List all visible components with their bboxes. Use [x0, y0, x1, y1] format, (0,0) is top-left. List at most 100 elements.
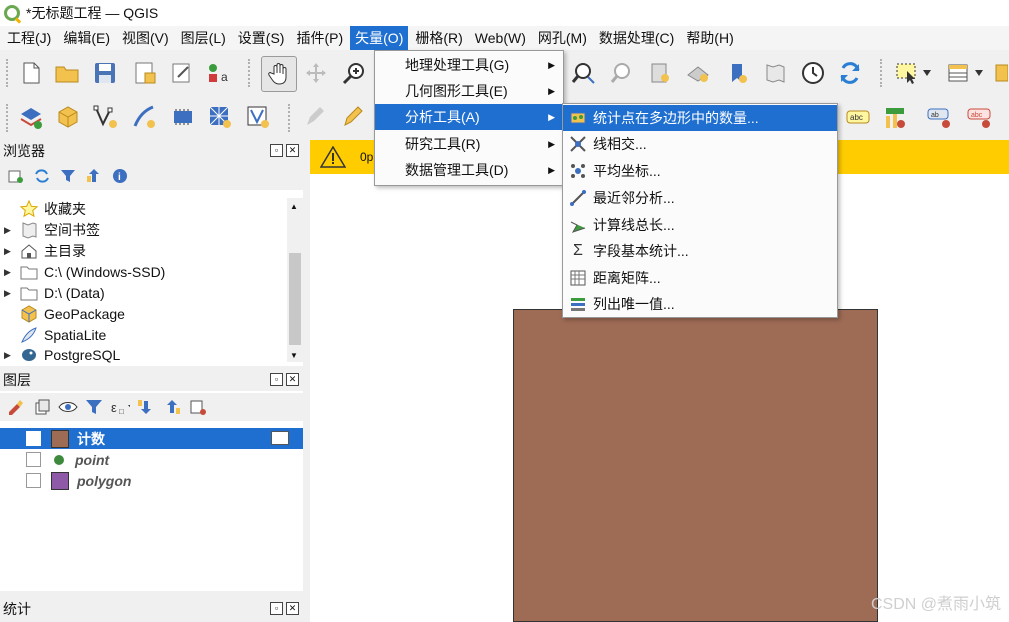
- menu-vector[interactable]: 矢量(O): [350, 26, 409, 50]
- data-source-manager-icon[interactable]: [16, 102, 46, 132]
- layer-diagram-icon[interactable]: [880, 102, 910, 132]
- add-group-icon[interactable]: [32, 397, 52, 417]
- layer-styling-icon[interactable]: [6, 397, 26, 417]
- map-polygon-feature[interactable]: [513, 309, 878, 622]
- float-panel-icon[interactable]: ▫: [270, 373, 283, 386]
- chevron-down-icon[interactable]: [920, 58, 934, 88]
- cut-off-tool-icon[interactable]: [990, 58, 1009, 88]
- browser-item-home[interactable]: ▶ 主目录: [0, 241, 86, 261]
- save-as-icon[interactable]: [130, 58, 160, 88]
- menu-processing[interactable]: 数据处理(C): [594, 26, 679, 50]
- layer-row-polygon[interactable]: polygon: [0, 470, 303, 491]
- menu-item-unique-values[interactable]: 列出唯一值...: [563, 291, 837, 317]
- toolbar-grip[interactable]: [288, 104, 294, 132]
- close-icon[interactable]: ✕: [286, 373, 299, 386]
- toolbar-grip[interactable]: [880, 59, 886, 87]
- toolbar-grip[interactable]: [248, 59, 254, 87]
- menu-layer[interactable]: 图层(L): [176, 26, 231, 50]
- menu-item-distance-matrix[interactable]: 距离矩阵...: [563, 265, 837, 291]
- layer-visibility-checkbox[interactable]: ✔: [26, 431, 41, 446]
- add-selected-layers-icon[interactable]: [6, 166, 26, 186]
- collapse-all-icon[interactable]: [162, 397, 182, 417]
- label-abc-icon[interactable]: abc: [843, 102, 873, 132]
- pan-to-selection-icon[interactable]: [301, 58, 331, 88]
- zoom-native-icon[interactable]: [683, 58, 713, 88]
- expand-all-icon[interactable]: [136, 397, 156, 417]
- menu-plugins[interactable]: 插件(P): [291, 26, 348, 50]
- menu-edit[interactable]: 编辑(E): [58, 26, 115, 50]
- close-icon[interactable]: ✕: [286, 602, 299, 615]
- menu-item-data-management[interactable]: 数据管理工具(D) ▶: [375, 157, 563, 183]
- expand-arrow-icon[interactable]: ▶: [4, 350, 14, 361]
- menu-item-line-intersection[interactable]: 线相交...: [563, 131, 837, 157]
- browser-item-spatialite[interactable]: SpatiaLite: [0, 325, 106, 345]
- filter-legend-icon[interactable]: [84, 397, 104, 417]
- menu-project[interactable]: 工程(J): [2, 26, 56, 50]
- vertex-tool-icon[interactable]: [91, 102, 121, 132]
- layer-row-point[interactable]: point: [0, 449, 303, 470]
- scroll-down-icon[interactable]: ▼: [290, 351, 298, 360]
- zoom-full-icon[interactable]: [569, 58, 599, 88]
- info-icon[interactable]: i: [110, 166, 130, 186]
- menu-item-research[interactable]: 研究工具(R) ▶: [375, 131, 563, 157]
- menu-mesh[interactable]: 网孔(M): [533, 26, 592, 50]
- layer-visibility-checkbox[interactable]: [26, 473, 41, 488]
- collapse-all-icon[interactable]: [84, 166, 104, 186]
- style-manager-icon[interactable]: a: [204, 58, 234, 88]
- toolbar-grip[interactable]: [6, 104, 12, 132]
- layer-visibility-checkbox[interactable]: [26, 452, 41, 467]
- eye-icon[interactable]: [58, 397, 78, 417]
- float-panel-icon[interactable]: ▫: [270, 602, 283, 615]
- menu-view[interactable]: 视图(V): [117, 26, 174, 50]
- browser-item-geopackage[interactable]: GeoPackage: [0, 304, 125, 324]
- attribute-table-icon[interactable]: [943, 58, 973, 88]
- filter-expression-icon[interactable]: ε □: [110, 397, 130, 417]
- open-project-icon[interactable]: [52, 58, 82, 88]
- layer-row-count[interactable]: ✔ 计数: [0, 428, 303, 449]
- new-shapefile-layer-icon[interactable]: [243, 102, 273, 132]
- browser-item-postgresql[interactable]: ▶ PostgreSQL: [0, 346, 120, 364]
- new-temporary-layer-icon[interactable]: [205, 102, 235, 132]
- chevron-down-icon[interactable]: [972, 58, 986, 88]
- digitize-line-icon[interactable]: [129, 102, 159, 132]
- expand-arrow-icon[interactable]: ▶: [4, 246, 14, 257]
- menu-item-sum-line-lengths[interactable]: 计算线总长...: [563, 212, 837, 238]
- temporal-controller-icon[interactable]: [798, 58, 828, 88]
- menu-item-basic-statistics[interactable]: Σ 字段基本统计...: [563, 238, 837, 264]
- browser-item-bookmarks[interactable]: ▶ 空间书签: [0, 220, 100, 240]
- zoom-to-layer-icon[interactable]: [645, 58, 675, 88]
- menu-item-geometry[interactable]: 几何图形工具(E) ▶: [375, 78, 563, 104]
- layer-properties-icon[interactable]: [271, 431, 289, 445]
- zoom-in-icon[interactable]: [339, 58, 369, 88]
- new-geopackage-layer-icon[interactable]: [53, 102, 83, 132]
- save-project-icon[interactable]: [90, 58, 120, 88]
- remove-layer-icon[interactable]: [188, 397, 208, 417]
- select-features-icon[interactable]: [892, 58, 922, 88]
- menu-item-nearest-neighbour[interactable]: 最近邻分析...: [563, 185, 837, 211]
- browser-item-drive-d[interactable]: ▶ D:\ (Data): [0, 283, 105, 303]
- browser-scrollbar[interactable]: ▲ ▼: [287, 198, 303, 362]
- scrollbar-thumb[interactable]: [289, 253, 301, 345]
- refresh-icon[interactable]: [835, 58, 865, 88]
- menu-help[interactable]: 帮助(H): [681, 26, 738, 50]
- toolbar-grip[interactable]: [6, 59, 12, 87]
- scroll-up-icon[interactable]: ▲: [290, 202, 298, 211]
- refresh-icon[interactable]: [32, 166, 52, 186]
- float-panel-icon[interactable]: ▫: [270, 144, 283, 157]
- browser-item-drive-c[interactable]: ▶ C:\ (Windows-SSD): [0, 262, 165, 282]
- menu-item-mean-coordinates[interactable]: 平均坐标...: [563, 158, 837, 184]
- filter-icon[interactable]: [58, 166, 78, 186]
- menu-item-analysis[interactable]: 分析工具(A) ▶: [375, 104, 563, 130]
- virtual-layer-icon[interactable]: [168, 102, 198, 132]
- browser-item-favorites[interactable]: 收藏夹: [0, 199, 86, 219]
- expand-arrow-icon[interactable]: ▶: [4, 225, 14, 236]
- change-label-icon[interactable]: abc: [965, 102, 995, 132]
- pan-tool-icon[interactable]: [261, 56, 297, 92]
- toggle-editing-icon[interactable]: [338, 102, 368, 132]
- show-bookmarks-icon[interactable]: [760, 58, 790, 88]
- zoom-last-icon[interactable]: [607, 58, 637, 88]
- new-bookmark-icon[interactable]: [722, 58, 752, 88]
- expand-arrow-icon[interactable]: ▶: [4, 267, 14, 278]
- print-layout-icon[interactable]: [167, 58, 197, 88]
- new-project-icon[interactable]: [16, 58, 46, 88]
